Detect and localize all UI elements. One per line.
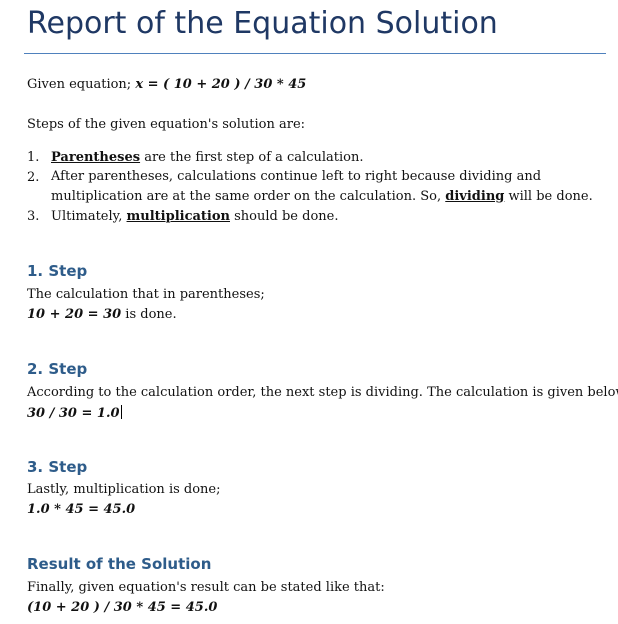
list-number-3: 3. [27,209,40,224]
document-page[interactable]: Report of the Equation Solution Given eq… [0,0,618,624]
section-heading-step-1: 1. Step [27,262,88,280]
given-equation-label: Given equation; [27,77,136,92]
list-item-1-text: are the first step of a calculation. [140,150,364,165]
list-number-1: 1. [27,150,40,165]
section-3-text: Lastly, multiplication is done; [27,482,221,497]
document-title: Report of the Equation Solution [27,6,498,41]
result-equation: (10 + 20 ) / 30 * 45 = 45.0 [27,600,218,615]
section-1-equation: 10 + 20 = 30 [27,307,122,322]
list-item-2: After parentheses, calculations continue… [51,167,607,207]
given-equation-line: Given equation; x = ( 10 + 20 ) / 30 * 4… [27,77,306,93]
section-1-equation-line: 10 + 20 = 30 is done. [27,307,177,323]
keyword-multiplication: multiplication [126,209,230,224]
result-text: Finally, given equation's result can be … [27,580,385,595]
list-item-3-text-before: Ultimately, [51,209,127,224]
section-1-text: The calculation that in parentheses; [27,287,265,302]
steps-intro: Steps of the given equation's solution a… [27,117,306,132]
section-3-equation: 1.0 * 45 = 45.0 [27,502,136,517]
list-item-3-text-after: should be done. [230,209,339,224]
section-heading-step-2: 2. Step [27,360,88,378]
section-2-equation-line[interactable]: 30 / 30 = 1.0 [27,405,122,422]
list-item-3: Ultimately, multiplication should be don… [51,207,607,227]
list-item-2-text-after: will be done. [504,189,593,204]
text-cursor [120,405,122,419]
list-number-2: 2. [27,170,40,185]
keyword-dividing: dividing [445,189,505,204]
section-3-equation-line: 1.0 * 45 = 45.0 [27,502,135,518]
title-underline-rule [24,53,606,54]
section-heading-step-3: 3. Step [27,458,88,476]
section-1-equation-suffix: is done. [121,307,177,322]
list-item-1: Parentheses are the first step of a calc… [51,148,607,168]
section-heading-result: Result of the Solution [27,555,212,573]
keyword-parentheses: Parentheses [51,150,141,165]
section-2-equation: 30 / 30 = 1.0 [27,406,120,421]
section-2-text: According to the calculation order, the … [27,385,618,400]
given-equation: x = ( 10 + 20 ) / 30 * 45 [135,77,307,92]
result-equation-line: (10 + 20 ) / 30 * 45 = 45.0 [27,600,217,616]
